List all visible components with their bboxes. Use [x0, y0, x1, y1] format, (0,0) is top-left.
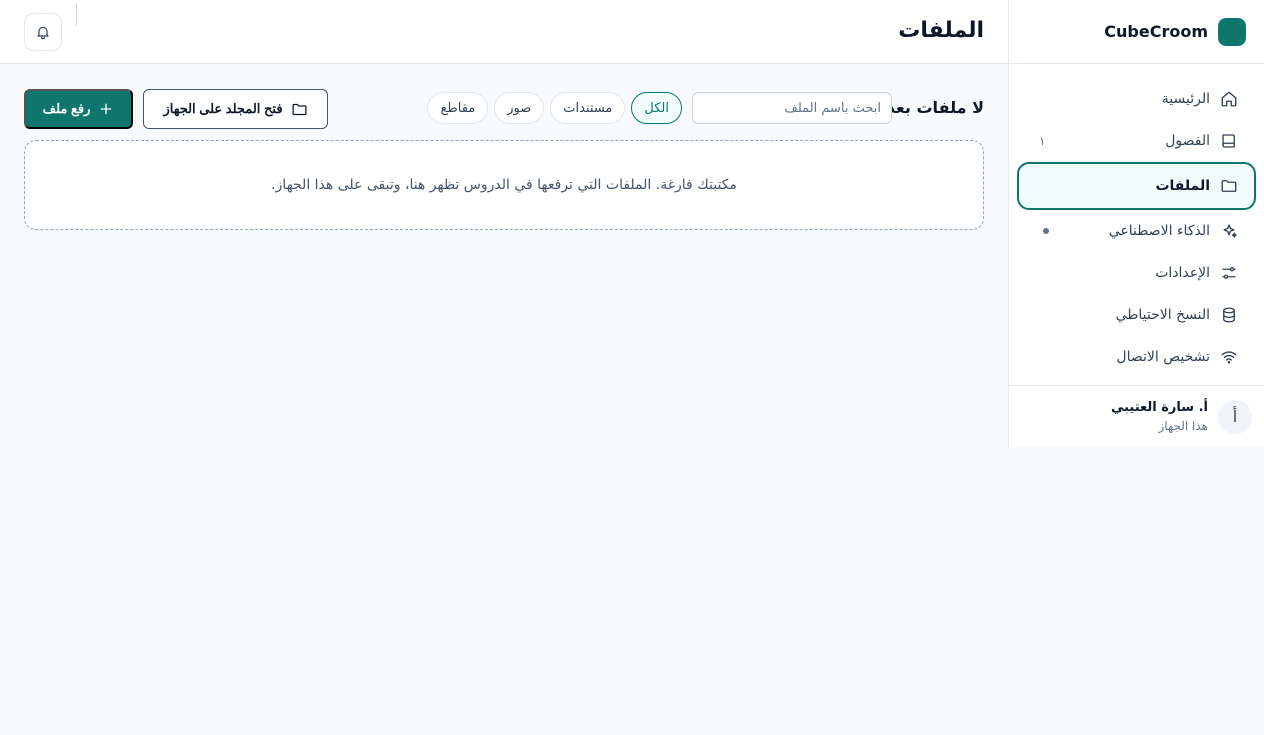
user-name: أ. سارة العتيبي	[1110, 400, 1208, 415]
sidebar-item-label: تشخيص الاتصال	[1116, 349, 1210, 365]
sidebar: CubeCroom الرئيسية الفصول ١ الملفات الذك…	[1008, 0, 1264, 447]
filter-videos[interactable]: مقاطع	[427, 92, 489, 124]
user-device: هذا الجهاز	[1158, 419, 1209, 433]
open-folder-label: فتح المجلد على الجهاز	[163, 101, 283, 116]
book-icon	[1220, 132, 1238, 150]
sidebar-item-settings[interactable]: الإعدادات	[1017, 252, 1256, 294]
sliders-icon	[1220, 264, 1238, 282]
status-dot	[1043, 228, 1049, 234]
sidebar-item-classes[interactable]: الفصول ١	[1017, 120, 1256, 162]
filter-documents[interactable]: مستندات	[550, 92, 626, 124]
sidebar-item-connection[interactable]: تشخيص الاتصال	[1017, 336, 1256, 378]
file-type-filters: الكل مستندات صور مقاطع	[427, 92, 682, 124]
filter-images[interactable]: صور	[494, 92, 545, 124]
folder-icon	[1220, 177, 1238, 195]
empty-state-message: مكتبتك فارغة. الملفات التي ترفعها في الد…	[271, 177, 737, 193]
sidebar-item-ai[interactable]: الذكاء الاصطناعي	[1017, 210, 1256, 252]
brand[interactable]: CubeCroom	[1009, 0, 1264, 64]
sidebar-item-label: النسخ الاحتياطي	[1115, 307, 1210, 323]
files-toolbar: لا ملفات بعد الكل مستندات صور مقاطع فتح …	[24, 89, 984, 129]
notifications-button[interactable]	[24, 13, 62, 51]
bell-icon	[35, 24, 51, 40]
upload-file-button[interactable]: رفع ملف	[24, 89, 133, 129]
classes-count-badge: ١	[1039, 134, 1046, 148]
open-folder-button[interactable]: فتح المجلد على الجهاز	[143, 89, 328, 129]
sidebar-item-files[interactable]: الملفات	[1017, 162, 1256, 210]
filter-all[interactable]: الكل	[631, 92, 682, 124]
sidebar-item-label: الرئيسية	[1161, 91, 1210, 107]
files-count-label: لا ملفات بعد	[886, 98, 984, 117]
brand-logo	[1218, 17, 1246, 46]
user-profile[interactable]: أ أ. سارة العتيبي هذا الجهاز	[1009, 385, 1264, 447]
sparkles-icon	[1220, 222, 1238, 240]
home-icon	[1220, 90, 1238, 108]
sidebar-nav: الرئيسية الفصول ١ الملفات الذكاء الاصطنا…	[1009, 64, 1264, 378]
database-icon	[1220, 306, 1238, 324]
search-input[interactable]	[692, 92, 892, 124]
avatar: أ	[1218, 399, 1252, 434]
sidebar-item-label: الإعدادات	[1155, 265, 1210, 281]
upload-label: رفع ملف	[42, 101, 91, 116]
top-header: الملفات	[0, 0, 1008, 64]
brand-name: CubeCroom	[1104, 22, 1208, 41]
main-content: لا ملفات بعد الكل مستندات صور مقاطع فتح …	[0, 64, 1008, 735]
user-info: أ. سارة العتيبي هذا الجهاز	[1111, 400, 1208, 433]
folder-icon	[291, 101, 308, 118]
wifi-icon	[1220, 348, 1238, 366]
sidebar-item-label: الملفات	[1155, 178, 1210, 194]
sidebar-item-label: الذكاء الاصطناعي	[1108, 223, 1210, 239]
empty-state: مكتبتك فارغة. الملفات التي ترفعها في الد…	[24, 140, 984, 230]
sidebar-item-backup[interactable]: النسخ الاحتياطي	[1017, 294, 1256, 336]
page-title: الملفات	[898, 18, 984, 43]
plus-icon	[98, 101, 114, 117]
sidebar-item-label: الفصول	[1165, 133, 1210, 149]
header-divider	[76, 4, 77, 26]
sidebar-item-home[interactable]: الرئيسية	[1017, 78, 1256, 120]
